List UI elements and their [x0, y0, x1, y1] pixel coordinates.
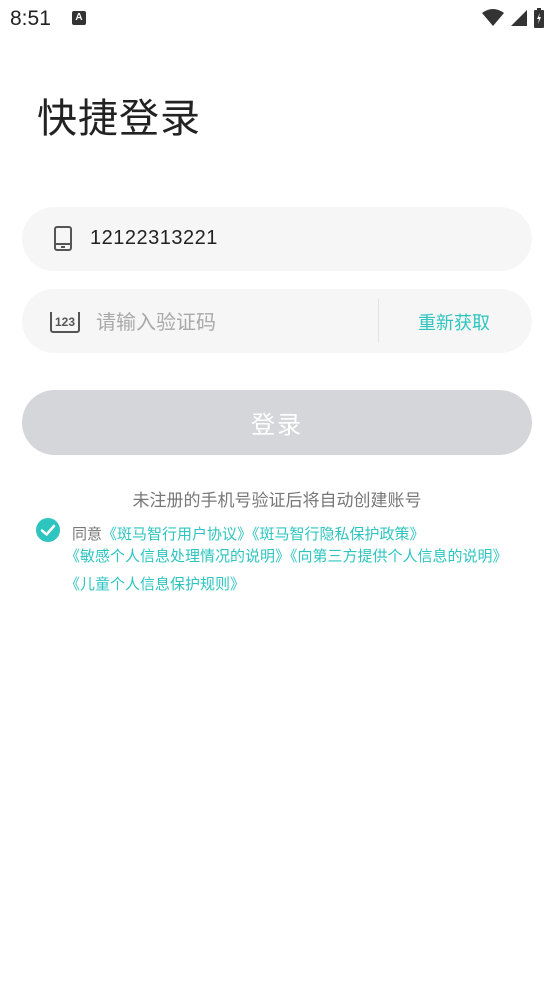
check-icon: [40, 524, 56, 536]
agreement-line-3: 《儿童个人信息保护规则》: [65, 570, 245, 598]
page-title: 快捷登录: [37, 96, 201, 142]
user-agreement-link[interactable]: 《斑马智行用户协议》: [102, 525, 252, 543]
phone-icon: [54, 226, 72, 251]
verification-code-input[interactable]: [94, 303, 368, 341]
child-protection-link[interactable]: 《儿童个人信息保护规则》: [65, 575, 245, 593]
auto-register-notice: 未注册的手机号验证后将自动创建账号: [132, 491, 422, 511]
phone-field[interactable]: 12122313221: [22, 207, 532, 271]
agreement-checkbox[interactable]: [36, 518, 60, 542]
svg-text:123: 123: [55, 315, 75, 329]
resend-code-button[interactable]: 重新获取: [418, 309, 490, 335]
agreement-line-2: 《敏感个人信息处理情况的说明》《向第三方提供个人信息的说明》: [65, 542, 508, 570]
wifi-icon: [482, 9, 504, 26]
notification-icon: A: [72, 11, 86, 25]
privacy-policy-link[interactable]: 《斑马智行隐私保护政策》: [252, 525, 425, 543]
third-party-info-link[interactable]: 《向第三方提供个人信息的说明》: [290, 547, 508, 565]
field-divider: [378, 299, 379, 343]
battery-icon: [534, 8, 544, 28]
status-time: 8:51: [10, 7, 51, 30]
status-bar: 8:51 A: [0, 0, 554, 38]
verification-code-field: 123 重新获取: [22, 289, 532, 353]
login-button[interactable]: 登录: [22, 390, 532, 455]
phone-value: 12122313221: [90, 227, 218, 249]
code-123-icon: 123: [50, 308, 80, 333]
signal-icon: [511, 10, 527, 26]
system-icons: [482, 8, 544, 28]
agreement-prefix: 同意: [72, 525, 103, 543]
sensitive-info-link[interactable]: 《敏感个人信息处理情况的说明》: [65, 547, 290, 565]
